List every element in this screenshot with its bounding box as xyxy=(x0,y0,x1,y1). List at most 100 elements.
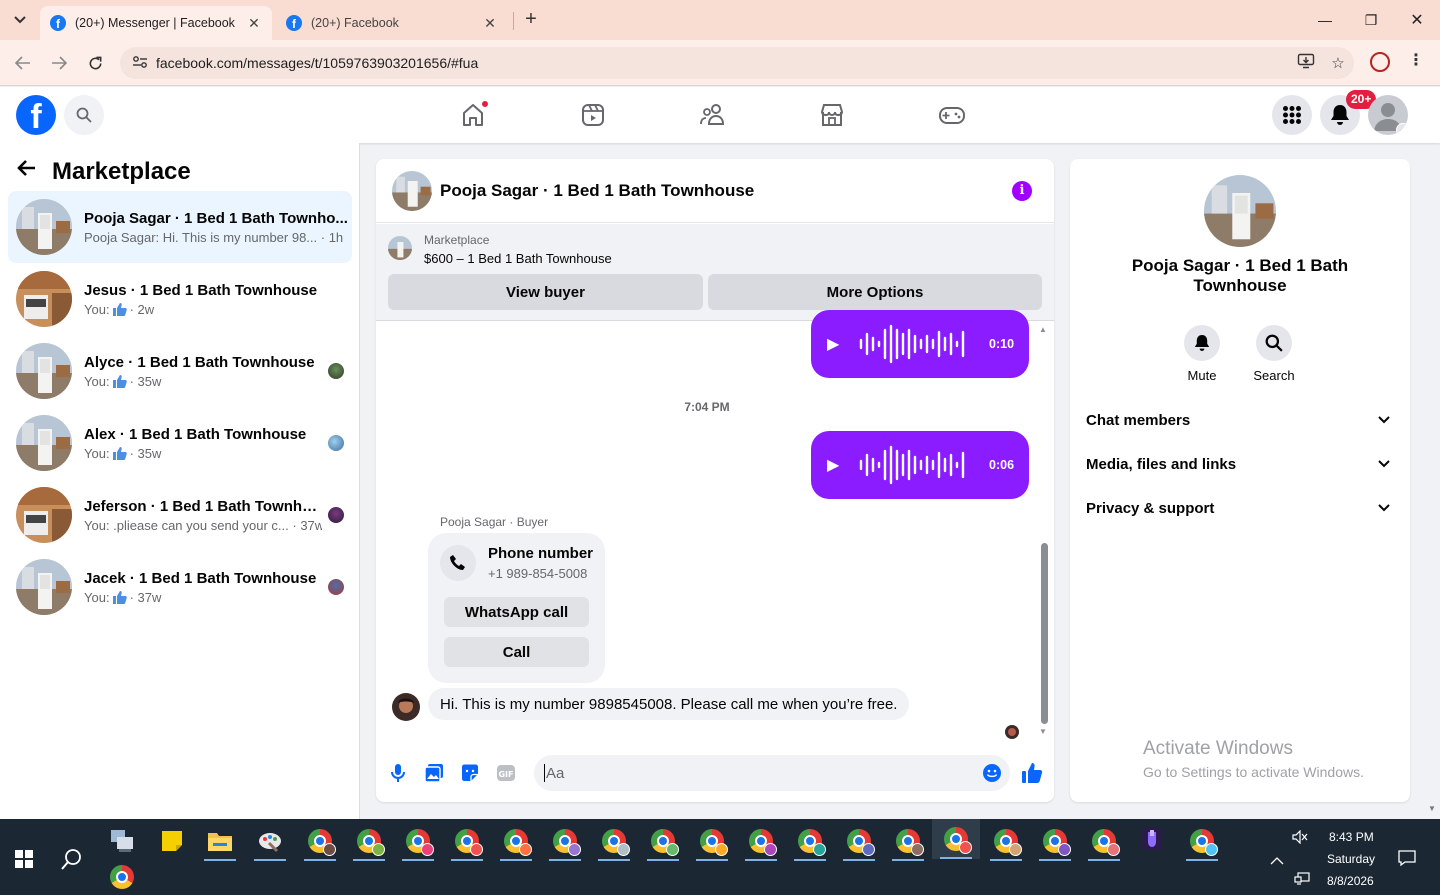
sticker-button[interactable] xyxy=(458,761,482,785)
listing-thumbnail xyxy=(388,236,412,260)
search-conversation-button[interactable]: Search xyxy=(1244,325,1304,383)
nav-gaming[interactable] xyxy=(934,97,970,133)
nav-home[interactable] xyxy=(455,97,491,133)
taskbar-search-button[interactable] xyxy=(52,839,92,879)
notification-center-icon[interactable] xyxy=(1398,850,1416,869)
back-button[interactable] xyxy=(10,50,36,76)
account-avatar[interactable]: ⌄ xyxy=(1368,95,1408,135)
maximize-button[interactable]: ❐ xyxy=(1348,0,1394,40)
message-input[interactable]: Aa xyxy=(534,755,1010,791)
tab-facebook[interactable]: f (20+) Facebook ✕ xyxy=(276,6,508,40)
whatsapp-call-button[interactable]: WhatsApp call xyxy=(444,597,589,627)
site-info-icon[interactable] xyxy=(124,55,156,72)
taskbar-chrome-window[interactable] xyxy=(545,821,585,861)
start-button[interactable] xyxy=(4,839,44,879)
taskbar-chrome-window[interactable] xyxy=(741,821,781,861)
clock-day[interactable]: Saturday xyxy=(1327,852,1375,866)
emoji-button[interactable] xyxy=(980,761,1004,785)
reload-button[interactable] xyxy=(82,50,108,76)
scroll-down-arrow[interactable]: ▼ xyxy=(1039,727,1047,736)
conversation-item[interactable]: Jesus · 1 Bed 1 Bath Townhouse You: · 2w xyxy=(8,263,352,335)
taskbar-chrome-window[interactable] xyxy=(790,821,830,861)
chrome-menu-icon[interactable]: ⋮ xyxy=(1408,50,1424,74)
privacy-support-section[interactable]: Privacy & support xyxy=(1086,490,1396,526)
tab-search-button[interactable] xyxy=(8,8,32,32)
voice-clip-button[interactable] xyxy=(386,761,410,785)
facebook-logo-icon[interactable]: f xyxy=(16,95,56,135)
attach-photo-button[interactable] xyxy=(422,761,446,785)
taskbar-app-file-explorer[interactable] xyxy=(200,821,240,861)
chrome-profile-icon[interactable] xyxy=(1370,52,1390,72)
send-like-button[interactable] xyxy=(1020,761,1044,785)
taskbar-chrome-window[interactable] xyxy=(300,821,340,861)
tab-messenger[interactable]: f (20+) Messenger | Facebook ✕ xyxy=(40,6,272,40)
sender-avatar[interactable] xyxy=(392,693,420,721)
conversation-item[interactable]: Alex · 1 Bed 1 Bath Townhouse You: · 35w xyxy=(8,407,352,479)
media-files-links-section[interactable]: Media, files and links xyxy=(1086,446,1396,482)
conversation-item[interactable]: Jacek · 1 Bed 1 Bath Townhouse You: · 37w xyxy=(8,551,352,623)
play-icon[interactable]: ▶ xyxy=(827,334,845,354)
taskbar-chrome-window[interactable] xyxy=(1182,821,1222,861)
clock-date[interactable]: 8/8/2026 xyxy=(1327,874,1374,888)
taskbar-chrome-window[interactable] xyxy=(447,821,487,861)
chat-scrollbar[interactable] xyxy=(1041,543,1048,724)
taskbar-chrome-window[interactable] xyxy=(496,821,536,861)
gif-button[interactable]: GIF xyxy=(494,761,518,785)
close-tab-icon[interactable]: ✕ xyxy=(482,15,498,32)
bookmark-star-icon[interactable]: ☆ xyxy=(1322,54,1354,72)
taskbar-chrome-window[interactable] xyxy=(986,821,1026,861)
call-button[interactable]: Call xyxy=(444,637,589,667)
taskbar-chrome-window[interactable] xyxy=(349,821,389,861)
taskbar-chrome-window[interactable] xyxy=(692,821,732,861)
taskbar-chrome-window[interactable] xyxy=(839,821,879,861)
message-bubble[interactable]: Hi. This is my number 9898545008. Please… xyxy=(428,688,910,720)
forward-button[interactable] xyxy=(46,50,72,76)
new-tab-button[interactable]: + xyxy=(519,8,543,32)
page-scroll-down-arrow[interactable]: ▼ xyxy=(1428,804,1436,813)
address-bar[interactable]: facebook.com/messages/t/1059763903201656… xyxy=(120,47,1354,79)
taskbar-chrome-window[interactable] xyxy=(643,821,683,861)
taskbar-app-game[interactable] xyxy=(1132,819,1172,859)
sticky-notes-icon xyxy=(162,831,182,851)
nav-friends[interactable] xyxy=(695,97,731,133)
chat-header-thumbnail[interactable] xyxy=(392,170,432,211)
listing-title[interactable]: $600 – 1 Bed 1 Bath Townhouse xyxy=(424,251,612,266)
clock-time[interactable]: 8:43 PM xyxy=(1329,830,1374,844)
taskbar-chrome-window-active[interactable] xyxy=(932,819,980,859)
voice-message[interactable]: ▶ 0:10 xyxy=(811,310,1029,378)
nav-marketplace[interactable] xyxy=(814,97,850,133)
mute-button[interactable]: Mute xyxy=(1172,325,1232,383)
info-icon[interactable]: i xyxy=(1012,181,1032,201)
conversation-item[interactable]: Alyce · 1 Bed 1 Bath Townhouse You: · 35w xyxy=(8,335,352,407)
minimize-button[interactable]: — xyxy=(1302,0,1348,40)
volume-muted-icon[interactable] xyxy=(1292,829,1308,847)
conversation-item[interactable]: Jeferson · 1 Bed 1 Bath Townhouse You: .… xyxy=(8,479,352,551)
play-icon[interactable]: ▶ xyxy=(827,455,845,475)
conversation-item[interactable]: Pooja Sagar · 1 Bed 1 Bath Townho... Poo… xyxy=(8,191,352,263)
taskbar-app-paint[interactable] xyxy=(250,821,290,861)
network-icon[interactable] xyxy=(1294,872,1310,889)
chat-members-section[interactable]: Chat members xyxy=(1086,402,1396,438)
taskbar-app-sticky-notes[interactable] xyxy=(152,821,192,861)
chat-title[interactable]: Pooja Sagar · 1 Bed 1 Bath Townhouse xyxy=(440,181,754,201)
close-tab-icon[interactable]: ✕ xyxy=(246,15,262,32)
taskbar-chrome-window[interactable] xyxy=(1084,821,1124,861)
taskbar-app-network[interactable] xyxy=(102,821,142,861)
install-app-icon[interactable] xyxy=(1290,53,1322,73)
view-buyer-button[interactable]: View buyer xyxy=(388,274,703,310)
menu-button[interactable] xyxy=(1272,95,1312,135)
taskbar-chrome-window[interactable] xyxy=(1035,821,1075,861)
taskbar-chrome-window[interactable] xyxy=(594,821,634,861)
more-options-button[interactable]: More Options xyxy=(708,274,1042,310)
nav-video[interactable] xyxy=(575,97,611,133)
like-thumb-icon xyxy=(112,302,127,316)
back-arrow-button[interactable] xyxy=(16,157,52,187)
show-hidden-icons-chevron-icon[interactable] xyxy=(1270,852,1284,868)
taskbar-chrome-window[interactable] xyxy=(398,821,438,861)
taskbar-chrome-window[interactable] xyxy=(888,821,928,861)
close-window-button[interactable]: ✕ xyxy=(1394,0,1440,40)
scroll-up-arrow[interactable]: ▲ xyxy=(1039,325,1047,334)
facebook-search-button[interactable] xyxy=(64,95,104,135)
voice-message[interactable]: ▶ 0:06 xyxy=(811,431,1029,499)
taskbar-chrome-pinned[interactable] xyxy=(102,860,142,894)
